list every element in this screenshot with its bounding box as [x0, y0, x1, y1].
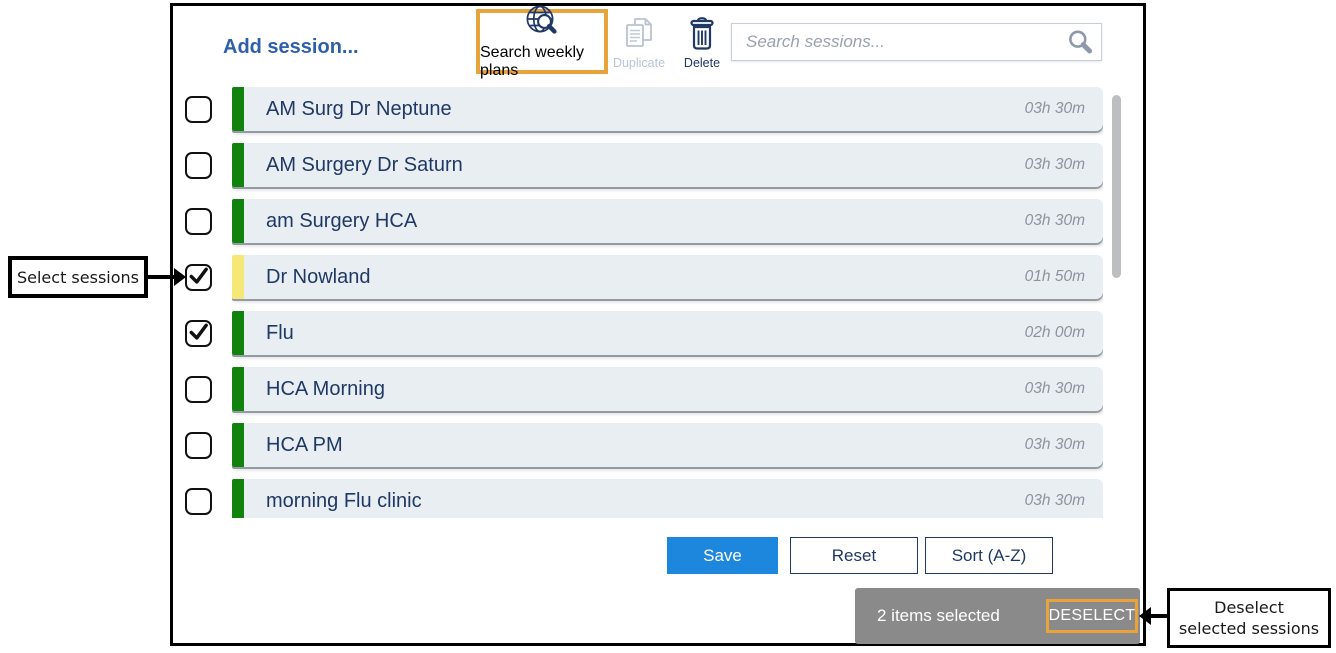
- session-checkbox[interactable]: [185, 376, 212, 403]
- session-name: AM Surg Dr Neptune: [266, 98, 452, 121]
- session-duration: 03h 30m: [1025, 212, 1085, 230]
- session-name: HCA Morning: [266, 378, 385, 401]
- duplicate-icon: [622, 16, 656, 55]
- selection-status-bar: 2 items selected DESELECT: [855, 588, 1140, 644]
- session-color-bar: [232, 479, 244, 518]
- session-search: [731, 23, 1102, 61]
- deselect-button[interactable]: DESELECT: [1046, 599, 1138, 633]
- session-card[interactable]: HCA Morning 03h 30m: [232, 367, 1103, 411]
- session-card[interactable]: Dr Nowland 01h 50m: [232, 255, 1103, 299]
- duplicate-label: Duplicate: [613, 56, 665, 70]
- session-name: AM Surgery Dr Saturn: [266, 154, 463, 177]
- delete-label: Delete: [684, 56, 720, 70]
- scrollbar-thumb[interactable]: [1112, 95, 1121, 278]
- session-row: HCA Morning 03h 30m: [185, 367, 1103, 411]
- session-name: morning Flu clinic: [266, 490, 422, 513]
- session-duration: 03h 30m: [1025, 100, 1085, 118]
- session-row: Flu 02h 00m: [185, 311, 1103, 355]
- deselect-callout-line2: selected sessions: [1179, 618, 1319, 639]
- session-color-bar: [232, 199, 244, 243]
- session-color-bar: [232, 143, 244, 187]
- session-row: Dr Nowland 01h 50m: [185, 255, 1103, 299]
- session-row: AM Surg Dr Neptune 03h 30m: [185, 87, 1103, 131]
- session-duration: 03h 30m: [1025, 156, 1085, 174]
- session-list: AM Surg Dr Neptune 03h 30m AM Surgery Dr…: [185, 87, 1103, 518]
- sort-az-button[interactable]: Sort (A-Z): [925, 537, 1053, 574]
- reset-button[interactable]: Reset: [790, 537, 918, 574]
- search-weekly-plans-button[interactable]: Search weekly plans: [480, 3, 604, 80]
- session-duration: 03h 30m: [1025, 436, 1085, 454]
- screenshot-stage: Add session... Search weekly plans: [0, 0, 1336, 653]
- duplicate-button[interactable]: Duplicate: [604, 14, 674, 70]
- session-row: HCA PM 03h 30m: [185, 423, 1103, 467]
- session-color-bar: [232, 367, 244, 411]
- session-card[interactable]: AM Surg Dr Neptune 03h 30m: [232, 87, 1103, 131]
- session-duration: 03h 30m: [1025, 492, 1085, 510]
- globe-search-icon: [523, 3, 561, 44]
- session-checkbox[interactable]: [185, 432, 212, 459]
- session-row: AM Surgery Dr Saturn 03h 30m: [185, 143, 1103, 187]
- session-card[interactable]: HCA PM 03h 30m: [232, 423, 1103, 467]
- session-checkbox[interactable]: [185, 320, 212, 347]
- session-name: HCA PM: [266, 434, 343, 457]
- session-duration: 03h 30m: [1025, 380, 1085, 398]
- session-color-bar: [232, 311, 244, 355]
- deselect-callout: Deselect selected sessions: [1167, 588, 1331, 648]
- session-checkbox[interactable]: [185, 488, 212, 515]
- session-checkbox[interactable]: [185, 96, 212, 123]
- select-sessions-arrow-head: [174, 268, 186, 286]
- add-session-link[interactable]: Add session...: [223, 36, 359, 59]
- items-selected-text: 2 items selected: [877, 588, 1000, 644]
- search-weekly-plans-label: Search weekly plans: [480, 44, 604, 80]
- session-card[interactable]: Flu 02h 00m: [232, 311, 1103, 355]
- session-checkbox[interactable]: [185, 264, 212, 291]
- session-color-bar: [232, 87, 244, 131]
- trash-icon: [687, 16, 717, 55]
- session-card[interactable]: morning Flu clinic 03h 30m: [232, 479, 1103, 518]
- deselect-arrow-head: [1139, 607, 1151, 625]
- session-checkbox[interactable]: [185, 208, 212, 235]
- session-row: am Surgery HCA 03h 30m: [185, 199, 1103, 243]
- search-weekly-plans-highlight: Search weekly plans: [476, 9, 608, 74]
- session-duration: 01h 50m: [1025, 268, 1085, 286]
- session-card[interactable]: am Surgery HCA 03h 30m: [232, 199, 1103, 243]
- select-sessions-callout: Select sessions: [8, 256, 148, 298]
- session-name: Dr Nowland: [266, 266, 370, 289]
- save-button[interactable]: Save: [667, 537, 778, 574]
- checkmark-icon: [187, 320, 210, 344]
- deselect-arrow-line: [1150, 614, 1168, 618]
- checkmark-icon: [187, 264, 210, 288]
- session-name: am Surgery HCA: [266, 210, 417, 233]
- search-icon: [1067, 29, 1094, 61]
- delete-button[interactable]: Delete: [674, 14, 730, 70]
- deselect-callout-line1: Deselect: [1214, 597, 1284, 618]
- search-sessions-input[interactable]: [731, 23, 1102, 61]
- session-color-bar: [232, 255, 244, 299]
- session-row: morning Flu clinic 03h 30m: [185, 479, 1103, 518]
- session-card[interactable]: AM Surgery Dr Saturn 03h 30m: [232, 143, 1103, 187]
- session-name: Flu: [266, 322, 294, 345]
- session-color-bar: [232, 423, 244, 467]
- session-duration: 02h 00m: [1025, 324, 1085, 342]
- session-checkbox[interactable]: [185, 152, 212, 179]
- select-sessions-arrow-line: [148, 275, 175, 279]
